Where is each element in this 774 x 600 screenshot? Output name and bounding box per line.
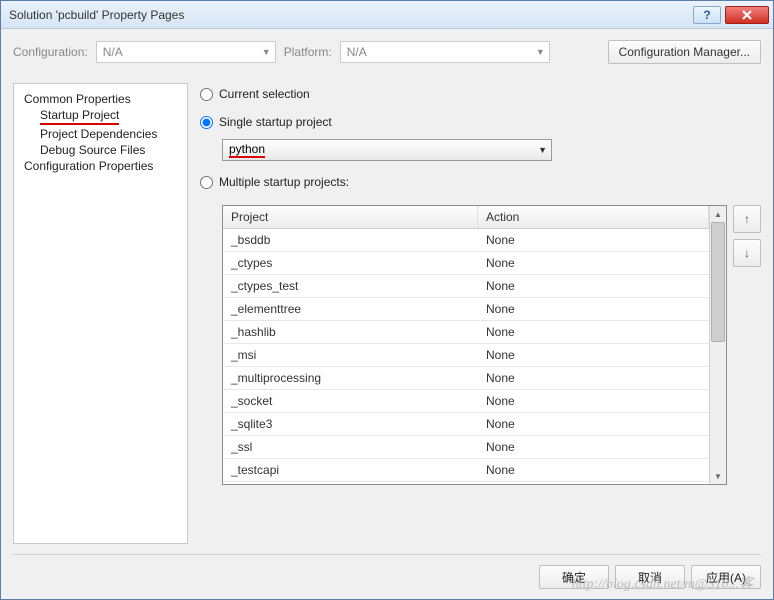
platform-label: Platform: (284, 45, 332, 59)
table-row[interactable]: _msiNone (223, 344, 709, 367)
table-row[interactable]: _multiprocessingNone (223, 367, 709, 390)
cell-action: None (478, 252, 709, 274)
cell-action: None (478, 229, 709, 251)
body: Common Properties Startup Project Projec… (1, 75, 773, 544)
nav-tree[interactable]: Common Properties Startup Project Projec… (13, 83, 188, 544)
cell-project: _socket (223, 390, 478, 412)
table-row[interactable]: _testcapiNone (223, 459, 709, 482)
table-row[interactable]: _elementtreeNone (223, 298, 709, 321)
configuration-dropdown[interactable]: N/A ▼ (96, 41, 276, 63)
arrow-up-icon: ↑ (744, 212, 750, 226)
radio-input-multiple[interactable] (200, 176, 213, 189)
table-row[interactable]: _socketNone (223, 390, 709, 413)
cell-project: _ctypes (223, 252, 478, 274)
projects-grid-wrap: Project Action _bsddbNone_ctypesNone_cty… (222, 205, 761, 485)
radio-input-current[interactable] (200, 88, 213, 101)
table-row[interactable]: _ctypesNone (223, 252, 709, 275)
scroll-up-icon[interactable]: ▲ (710, 206, 726, 222)
col-header-project[interactable]: Project (223, 206, 478, 228)
cell-action: None (478, 344, 709, 366)
radio-current-selection[interactable]: Current selection (200, 87, 761, 101)
grid-columns: Project Action _bsddbNone_ctypesNone_cty… (223, 206, 709, 484)
cell-project: _elementtree (223, 298, 478, 320)
cancel-button[interactable]: 取消 (615, 565, 685, 589)
cell-project: _hashlib (223, 321, 478, 343)
chevron-down-icon: ▼ (536, 47, 545, 57)
platform-dropdown[interactable]: N/A ▼ (340, 41, 550, 63)
projects-grid[interactable]: Project Action _bsddbNone_ctypesNone_cty… (222, 205, 727, 485)
platform-value: N/A (347, 45, 367, 59)
radio-input-single[interactable] (200, 116, 213, 129)
main-panel: Current selection Single startup project… (198, 83, 761, 544)
tree-node-project-dependencies[interactable]: Project Dependencies (40, 127, 183, 141)
apply-button[interactable]: 应用(A) (691, 565, 761, 589)
radio-label-multiple: Multiple startup projects: (219, 175, 349, 189)
table-row[interactable]: _hashlibNone (223, 321, 709, 344)
cell-action: None (478, 298, 709, 320)
radio-multiple-startup[interactable]: Multiple startup projects: (200, 175, 761, 189)
window-title: Solution 'pcbuild' Property Pages (9, 8, 693, 22)
arrow-down-icon: ↓ (744, 246, 750, 260)
table-row[interactable]: _ctypes_testNone (223, 275, 709, 298)
tree-node-configuration-properties[interactable]: Configuration Properties (24, 159, 183, 173)
chevron-down-icon: ▼ (538, 145, 547, 155)
table-row[interactable]: _bsddbNone (223, 229, 709, 252)
scrollbar[interactable]: ▲ ▼ (709, 206, 726, 484)
help-button[interactable]: ? (693, 6, 721, 24)
scrollbar-thumb[interactable] (711, 222, 725, 342)
cell-action: None (478, 390, 709, 412)
scroll-down-icon[interactable]: ▼ (710, 468, 726, 484)
cell-project: _multiprocessing (223, 367, 478, 389)
cell-action: None (478, 275, 709, 297)
table-row[interactable]: _sqlite3None (223, 413, 709, 436)
cell-action: None (478, 459, 709, 481)
move-up-button[interactable]: ↑ (733, 205, 761, 233)
cell-action: None (478, 367, 709, 389)
grid-header: Project Action (223, 206, 709, 229)
cell-project: _sqlite3 (223, 413, 478, 435)
radio-label-current: Current selection (219, 87, 310, 101)
tree-node-common-properties[interactable]: Common Properties (24, 92, 183, 106)
cell-action: None (478, 436, 709, 458)
radio-single-startup[interactable]: Single startup project (200, 115, 761, 129)
window-buttons: ? (693, 6, 769, 24)
cell-project: _msi (223, 344, 478, 366)
tree-node-startup-project[interactable]: Startup Project (40, 108, 183, 125)
property-pages-window: Solution 'pcbuild' Property Pages ? Conf… (0, 0, 774, 600)
close-icon (742, 10, 752, 20)
close-button[interactable] (725, 6, 769, 24)
reorder-buttons: ↑ ↓ (733, 205, 761, 485)
cell-action: None (478, 413, 709, 435)
move-down-button[interactable]: ↓ (733, 239, 761, 267)
cell-project: _testcapi (223, 459, 478, 481)
footer: 确定 取消 应用(A) http://blog.csdn.net/m@510..… (1, 555, 773, 599)
configuration-manager-button[interactable]: Configuration Manager... (608, 40, 761, 64)
cell-project: _ssl (223, 436, 478, 458)
table-row[interactable]: _sslNone (223, 436, 709, 459)
ok-button[interactable]: 确定 (539, 565, 609, 589)
titlebar[interactable]: Solution 'pcbuild' Property Pages ? (1, 1, 773, 29)
radio-label-single: Single startup project (219, 115, 332, 129)
startup-project-value: python (229, 142, 265, 158)
cell-action: None (478, 321, 709, 343)
cell-project: _ctypes_test (223, 275, 478, 297)
config-row: Configuration: N/A ▼ Platform: N/A ▼ Con… (1, 29, 773, 75)
grid-body: _bsddbNone_ctypesNone_ctypes_testNone_el… (223, 229, 709, 484)
cell-project: _bsddb (223, 229, 478, 251)
configuration-value: N/A (103, 45, 123, 59)
configuration-label: Configuration: (13, 45, 88, 59)
startup-project-combo[interactable]: python ▼ (222, 139, 552, 161)
tree-node-debug-source-files[interactable]: Debug Source Files (40, 143, 183, 157)
col-header-action[interactable]: Action (478, 206, 709, 228)
chevron-down-icon: ▼ (262, 47, 271, 57)
